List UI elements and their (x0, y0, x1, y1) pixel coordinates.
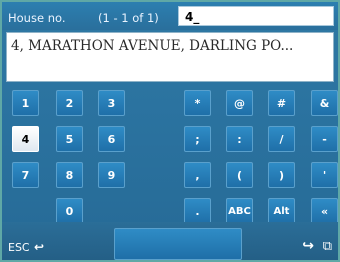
key-8[interactable]: 8 (56, 162, 83, 188)
key-asterisk[interactable]: * (184, 90, 211, 116)
esc-button[interactable]: ESC (8, 241, 30, 254)
key-alt[interactable]: Alt (268, 198, 295, 224)
key-2[interactable]: 2 (56, 90, 83, 116)
key-comma[interactable]: , (184, 162, 211, 188)
key-3[interactable]: 3 (98, 90, 125, 116)
key-semicolon[interactable]: ; (184, 126, 211, 152)
key-ampersand[interactable]: & (311, 90, 338, 116)
key-period[interactable]: . (184, 198, 211, 224)
enter-arrow-icon[interactable]: ↪ (302, 238, 314, 254)
field-label: House no. (8, 11, 66, 25)
key-right-paren[interactable]: ) (268, 162, 295, 188)
back-arrow-icon[interactable]: ↩ (34, 240, 44, 254)
key-backspace[interactable]: « (311, 198, 338, 224)
key-6[interactable]: 6 (98, 126, 125, 152)
key-left-paren[interactable]: ( (226, 162, 253, 188)
key-7[interactable]: 7 (12, 162, 39, 188)
house-number-input-value: 4_ (185, 10, 200, 24)
key-abc[interactable]: ABC (226, 198, 253, 224)
key-apostrophe[interactable]: ' (311, 162, 338, 188)
key-1[interactable]: 1 (12, 90, 39, 116)
search-result[interactable]: 4, MARATHON AVENUE, DARLING PO... (6, 32, 334, 82)
bottom-bar: ESC ↩ ↪ ⧉ (2, 222, 338, 260)
key-9[interactable]: 9 (98, 162, 125, 188)
key-0[interactable]: 0 (56, 198, 83, 224)
keypad-screen: House no. (1 - 1 of 1) 4_ 4, MARATHON AV… (0, 0, 340, 262)
key-5[interactable]: 5 (56, 126, 83, 152)
copy-icon[interactable]: ⧉ (323, 239, 332, 254)
result-count: (1 - 1 of 1) (98, 11, 159, 25)
search-result-text: 4, MARATHON AVENUE, DARLING PO... (11, 38, 294, 54)
house-number-input[interactable]: 4_ (178, 6, 334, 26)
key-at[interactable]: @ (226, 90, 253, 116)
header-bar: House no. (1 - 1 of 1) 4_ (2, 2, 338, 30)
key-hash[interactable]: # (268, 90, 295, 116)
key-colon[interactable]: : (226, 126, 253, 152)
key-dash[interactable]: - (311, 126, 338, 152)
key-4[interactable]: 4 (12, 126, 39, 152)
space-key[interactable] (114, 228, 242, 260)
key-slash[interactable]: / (268, 126, 295, 152)
